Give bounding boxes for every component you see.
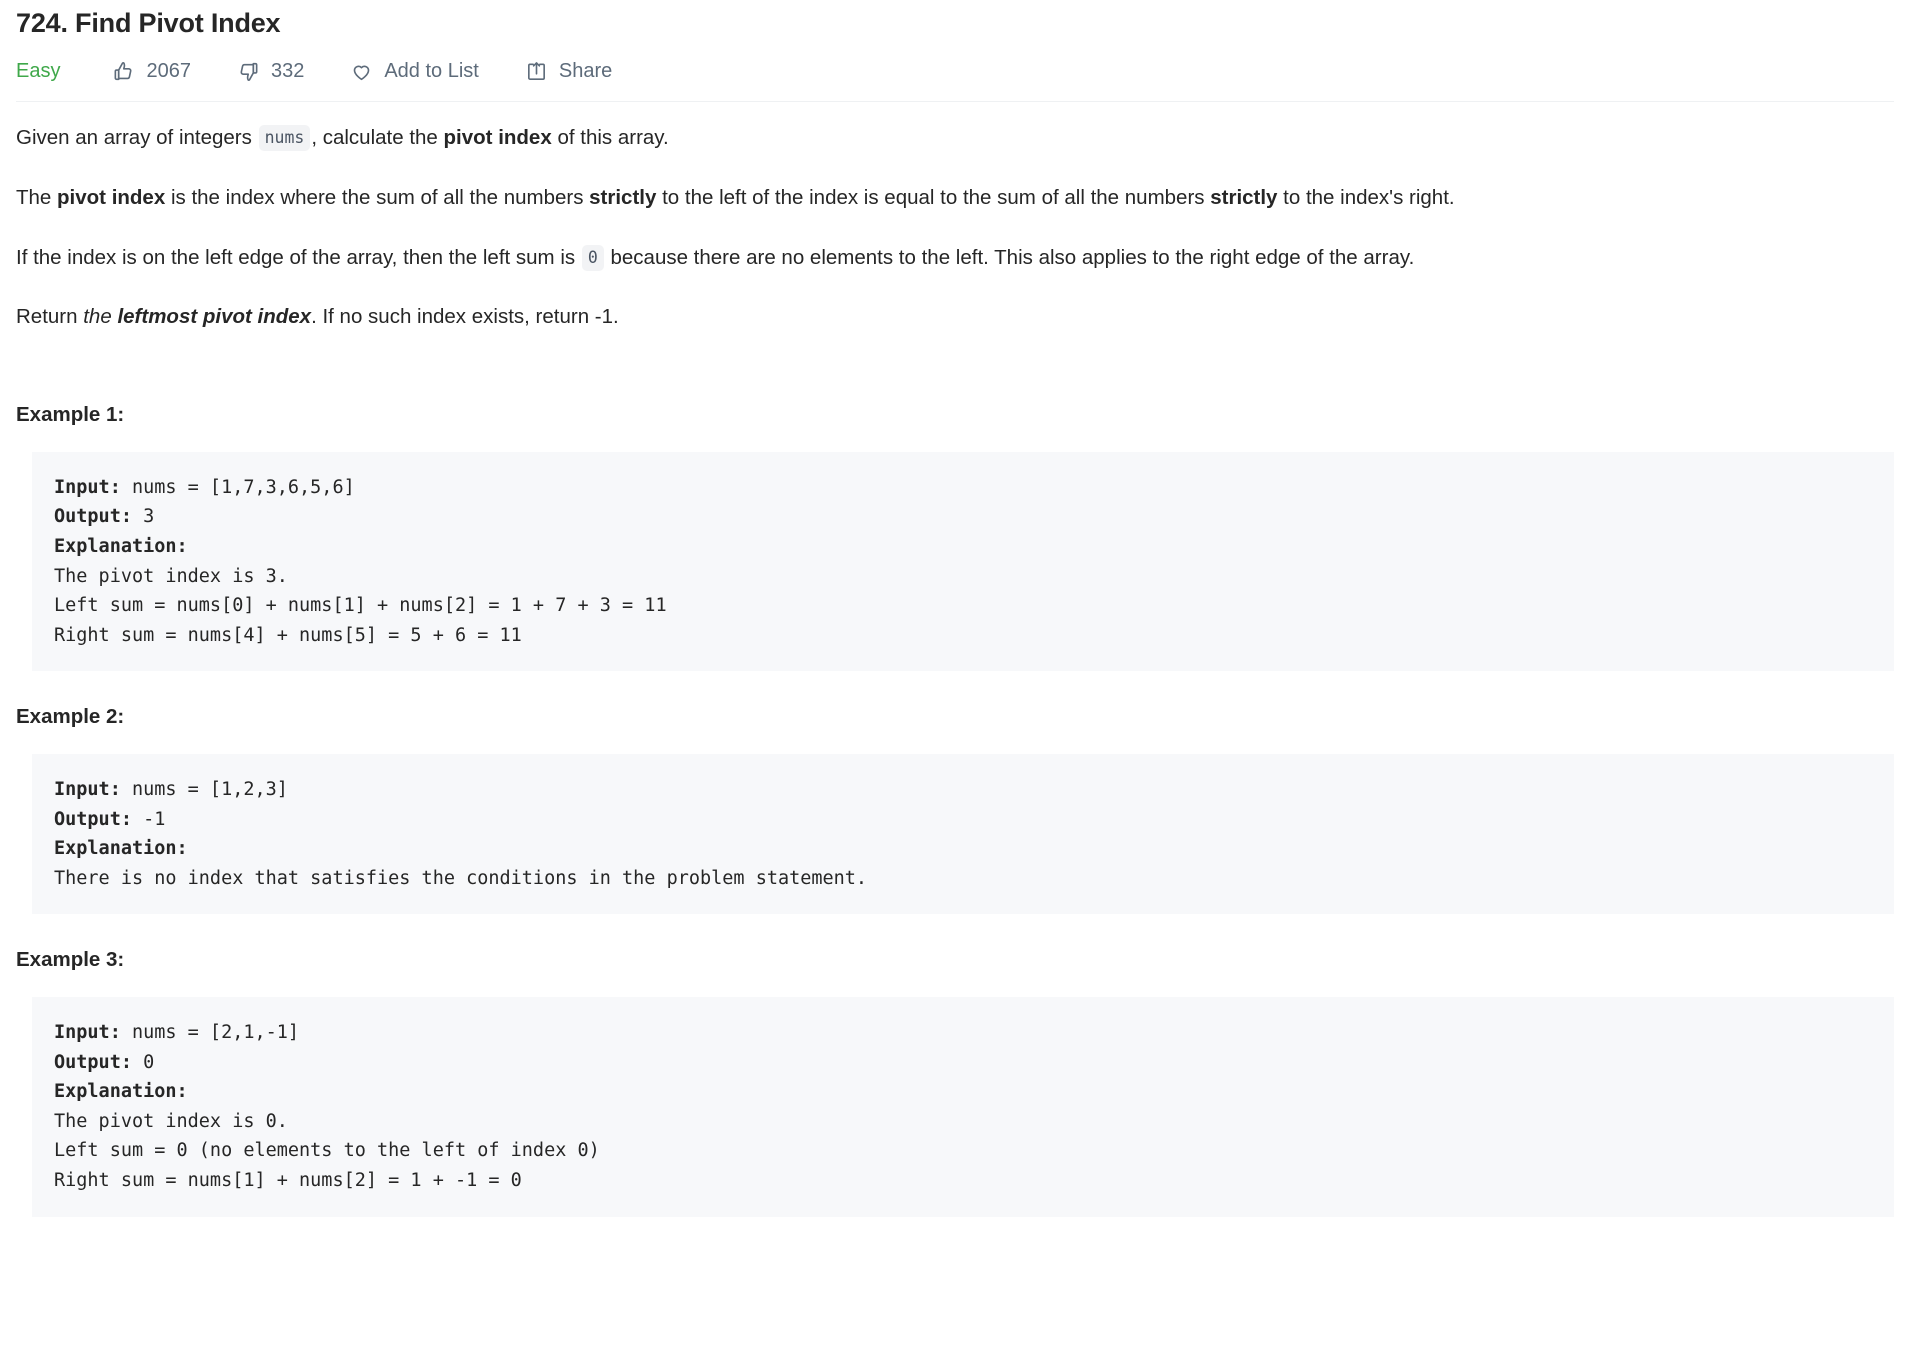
example-2-input-value: nums = [1,2,3]	[120, 779, 288, 800]
example-1-explanation-line-1: The pivot index is 3.	[54, 565, 288, 587]
difficulty-badge: Easy	[16, 60, 61, 82]
heart-icon	[350, 60, 373, 83]
example-3-output-label: Output:	[54, 1051, 132, 1073]
problem-description: Given an array of integers nums, calcula…	[16, 102, 1894, 1217]
example-1-input-value: nums = [1,7,3,6,5,6]	[120, 476, 355, 498]
dislike-count: 332	[270, 60, 305, 82]
p4-bolditalic-leftmost: leftmost pivot index	[117, 305, 312, 329]
thumbs-up-icon	[112, 60, 135, 83]
example-1-explanation-line-2: Left sum = nums[0] + nums[1] + nums[2] =…	[54, 595, 667, 617]
example-3-input-label: Input:	[54, 1022, 121, 1044]
p2-bold-strictly-1: strictly	[589, 185, 657, 209]
problem-page: 724. Find Pivot Index Easy 2067 332 Add …	[0, 0, 1912, 1217]
p1-text-before: Given an array of integers	[16, 126, 252, 149]
example-3-code: Input: nums = [2,1,-1] Output: 0 Explana…	[32, 997, 1894, 1217]
example-3-explanation-line-3: Right sum = nums[1] + nums[2] = 1 + -1 =…	[54, 1170, 522, 1192]
example-2-code: Input: nums = [1,2,3] Output: -1 Explana…	[32, 754, 1894, 915]
p2-bold-pivot-index: pivot index	[57, 185, 166, 209]
example-3-explanation-line-1: The pivot index is 0.	[54, 1110, 288, 1132]
example-spacer-1	[16, 671, 1894, 691]
p2-mid-1: is the index where the sum of all the nu…	[170, 185, 584, 209]
share-button[interactable]: Share	[525, 60, 612, 83]
p4-italic-the: the	[83, 305, 112, 329]
p2-mid-2: to the left of the index is equal to the…	[662, 185, 1205, 209]
example-2-explanation-label: Explanation:	[54, 838, 188, 860]
p2-lead: The	[16, 185, 52, 209]
example-2-output-value: -1	[131, 808, 166, 830]
p2-bold-strictly-2: strictly	[1210, 185, 1278, 209]
description-paragraph-1: Given an array of integers nums, calcula…	[16, 122, 1894, 154]
example-3-input-value: nums = [2,1,-1]	[120, 1022, 300, 1044]
add-to-list-label: Add to List	[384, 60, 479, 82]
description-paragraph-4: Return the leftmost pivot index. If no s…	[16, 301, 1894, 333]
example-1-code: Input: nums = [1,7,3,6,5,6] Output: 3 Ex…	[32, 451, 1894, 672]
example-1-title: Example 1:	[16, 403, 125, 427]
example-2-title: Example 2:	[16, 705, 125, 729]
thumbs-down-icon	[237, 60, 260, 83]
like-button[interactable]: 2067	[112, 60, 191, 83]
example-block-2: Example 2: Input: nums = [1,2,3] Output:…	[16, 703, 1894, 915]
example-1-output-label: Output:	[54, 506, 132, 528]
share-label: Share	[558, 60, 613, 82]
example-2-output-label: Output:	[54, 808, 132, 830]
example-3-explanation-label: Explanation:	[54, 1081, 188, 1103]
inline-code-nums: nums	[258, 125, 311, 151]
example-3-explanation-line-2: Left sum = 0 (no elements to the left of…	[54, 1140, 600, 1162]
title-row: 724. Find Pivot Index	[16, 0, 1894, 40]
add-to-list-button[interactable]: Add to List	[350, 60, 479, 83]
p1-text-after: , calculate the	[311, 126, 438, 149]
example-3-output-value: 0	[131, 1051, 155, 1073]
p4-lead: Return	[16, 305, 78, 329]
p4-tail: . If no such index exists, return -1.	[311, 305, 619, 329]
example-block-1: Example 1: Input: nums = [1,7,3,6,5,6] O…	[16, 401, 1894, 672]
like-count: 2067	[146, 60, 191, 82]
example-2-explanation-line-1: There is no index that satisfies the con…	[54, 867, 868, 889]
p3-text-before: If the index is on the left edge of the …	[16, 245, 576, 269]
p3-text-after: because there are no elements to the lef…	[610, 245, 1415, 269]
example-2-input-label: Input:	[54, 779, 121, 800]
p1-bold-pivot-index: pivot index	[443, 126, 552, 149]
inline-code-zero: 0	[581, 244, 604, 271]
example-1-explanation-line-3: Right sum = nums[4] + nums[5] = 5 + 6 = …	[54, 624, 522, 646]
example-1-explanation-label: Explanation:	[54, 535, 188, 557]
share-icon	[525, 60, 548, 83]
example-3-title: Example 3:	[16, 948, 125, 972]
p1-text-tail: of this array.	[557, 126, 669, 149]
example-1-output-value: 3	[131, 506, 155, 528]
action-bar: Easy 2067 332 Add to List Share	[16, 48, 1894, 94]
example-block-3: Example 3: Input: nums = [2,1,-1] Output…	[16, 946, 1894, 1217]
page-title: 724. Find Pivot Index	[16, 8, 281, 38]
example-1-input-label: Input:	[54, 476, 121, 498]
example-spacer-2	[16, 914, 1894, 934]
description-paragraph-3: If the index is on the left edge of the …	[16, 242, 1894, 274]
dislike-button[interactable]: 332	[237, 60, 304, 83]
p2-tail: to the index's right.	[1283, 185, 1455, 209]
description-paragraph-2: The pivot index is the index where the s…	[16, 182, 1894, 214]
